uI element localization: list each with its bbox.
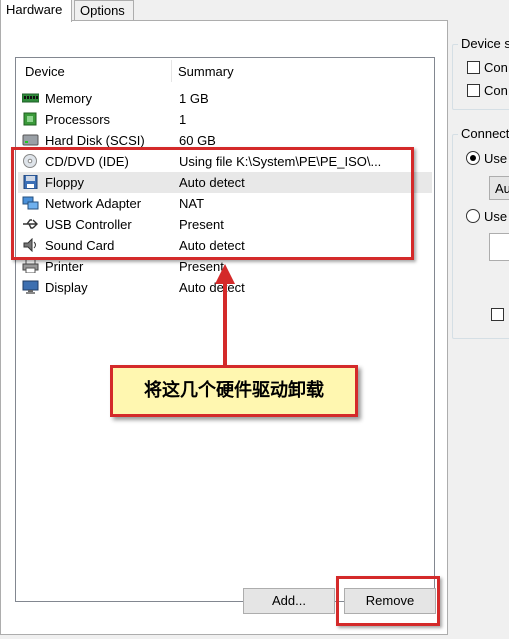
connected-checkbox[interactable] [467,61,480,74]
device-row-processors[interactable]: Processors 1 [18,109,432,130]
tab-options[interactable]: Options [74,0,134,22]
auto-detect-dropdown[interactable]: Au [489,176,509,200]
connect-at-power-on-label: Con [484,83,508,98]
device-summary: 1 GB [179,91,209,106]
connect-at-power-on-checkbox[interactable] [467,84,480,97]
processor-icon [22,112,39,126]
highlight-box-devices [11,147,414,260]
column-separator[interactable] [171,60,172,82]
tab-hardware[interactable]: Hardware [0,0,72,22]
list-header: Device Summary [16,58,434,84]
add-button[interactable]: Add... [243,588,335,614]
memory-icon [21,91,40,105]
device-status-label: Device s [458,36,509,51]
use-physical-drive-label: Use [484,151,508,166]
device-summary: 1 [179,112,187,127]
column-header-summary[interactable]: Summary [178,64,234,79]
device-name: Processors [45,112,111,127]
device-summary: 60 GB [179,133,216,148]
device-name: Hard Disk (SCSI) [45,133,145,148]
use-image-file-radio[interactable] [466,209,480,223]
use-image-file-label: Use [484,209,508,224]
column-header-device[interactable]: Device [25,64,65,79]
read-only-checkbox[interactable] [491,308,504,321]
highlight-box-remove [336,576,440,626]
annotation-arrow [215,264,235,366]
use-physical-drive-radio[interactable] [466,151,480,165]
device-name: Memory [45,91,92,106]
device-status-group [452,44,509,110]
display-icon [22,280,39,294]
connected-checkbox-label: Con [484,60,508,75]
device-name: Printer [45,259,84,274]
annotation-callout: 将这几个硬件驱动卸载 [110,365,358,417]
auto-detect-value: Au [495,181,509,196]
device-name: Display [45,280,88,295]
printer-icon [22,258,39,274]
connection-label: Connect [458,126,509,141]
image-file-path-input[interactable] [489,233,509,261]
hard-disk-icon [22,133,39,147]
device-row-memory[interactable]: Memory 1 GB [18,88,432,109]
